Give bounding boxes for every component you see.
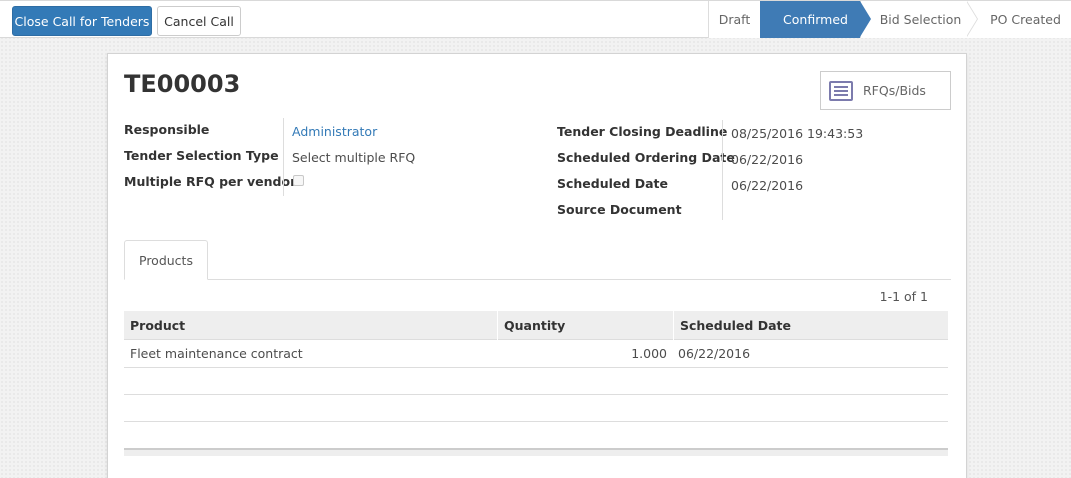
empty-row: [124, 422, 948, 449]
left-group-divider: [283, 118, 284, 196]
tender-selection-type-label: Tender Selection Type: [124, 148, 279, 163]
empty-row: [124, 368, 948, 395]
column-product[interactable]: Product: [124, 311, 497, 340]
ordering-date-label: Scheduled Ordering Date: [557, 150, 735, 165]
multiple-rfq-label: Multiple RFQ per vendor: [124, 174, 297, 189]
closing-deadline-field[interactable]: 08/25/2016 19:43:53: [731, 126, 863, 141]
ordering-date-field[interactable]: 06/22/2016: [731, 152, 803, 167]
cell-quantity: 1.000: [631, 346, 667, 361]
tender-selection-type-field[interactable]: Select multiple RFQ: [292, 150, 415, 165]
record-title: TE00003: [124, 70, 241, 98]
tab-bar-line: [124, 279, 951, 280]
pager[interactable]: 1-1 of 1: [880, 289, 928, 304]
responsible-label: Responsible: [124, 122, 210, 137]
stage-bid-selection[interactable]: Bid Selection: [860, 1, 978, 38]
table-footer: [124, 448, 948, 456]
empty-row: [124, 395, 948, 422]
responsible-field[interactable]: Administrator: [292, 124, 377, 139]
column-scheduled-date[interactable]: Scheduled Date: [673, 311, 948, 340]
multiple-rfq-checkbox[interactable]: [293, 175, 304, 186]
stage-draft[interactable]: Draft: [708, 1, 760, 38]
scheduled-date-field[interactable]: 06/22/2016: [731, 178, 803, 193]
source-document-label: Source Document: [557, 202, 682, 217]
list-icon: [829, 80, 853, 101]
rfqs-bids-label: RFQs/Bids: [863, 83, 926, 98]
cancel-call-button[interactable]: Cancel Call: [157, 6, 241, 36]
scheduled-date-label: Scheduled Date: [557, 176, 668, 191]
table-row[interactable]: Fleet maintenance contract 1.000 06/22/2…: [124, 341, 948, 368]
tab-products[interactable]: Products: [124, 240, 208, 280]
form-sheet: TE00003 RFQs/Bids Responsible Administra…: [107, 53, 967, 478]
close-call-button[interactable]: Close Call for Tenders: [12, 6, 152, 36]
stage-confirmed[interactable]: Confirmed: [760, 1, 871, 38]
cell-scheduled-date: 06/22/2016: [678, 346, 751, 361]
right-group-divider: [722, 120, 723, 220]
stage-po-created[interactable]: PO Created: [966, 1, 1071, 38]
status-bar: Draft Confirmed Bid Selection PO Created: [708, 1, 1071, 38]
cell-product: Fleet maintenance contract: [130, 346, 303, 361]
table-header: Product Quantity Scheduled Date: [124, 311, 948, 340]
rfqs-bids-button[interactable]: RFQs/Bids: [820, 71, 951, 110]
control-panel: Close Call for Tenders Cancel Call Draft…: [0, 0, 1071, 38]
closing-deadline-label: Tender Closing Deadline: [557, 124, 728, 139]
column-quantity[interactable]: Quantity: [497, 311, 673, 340]
